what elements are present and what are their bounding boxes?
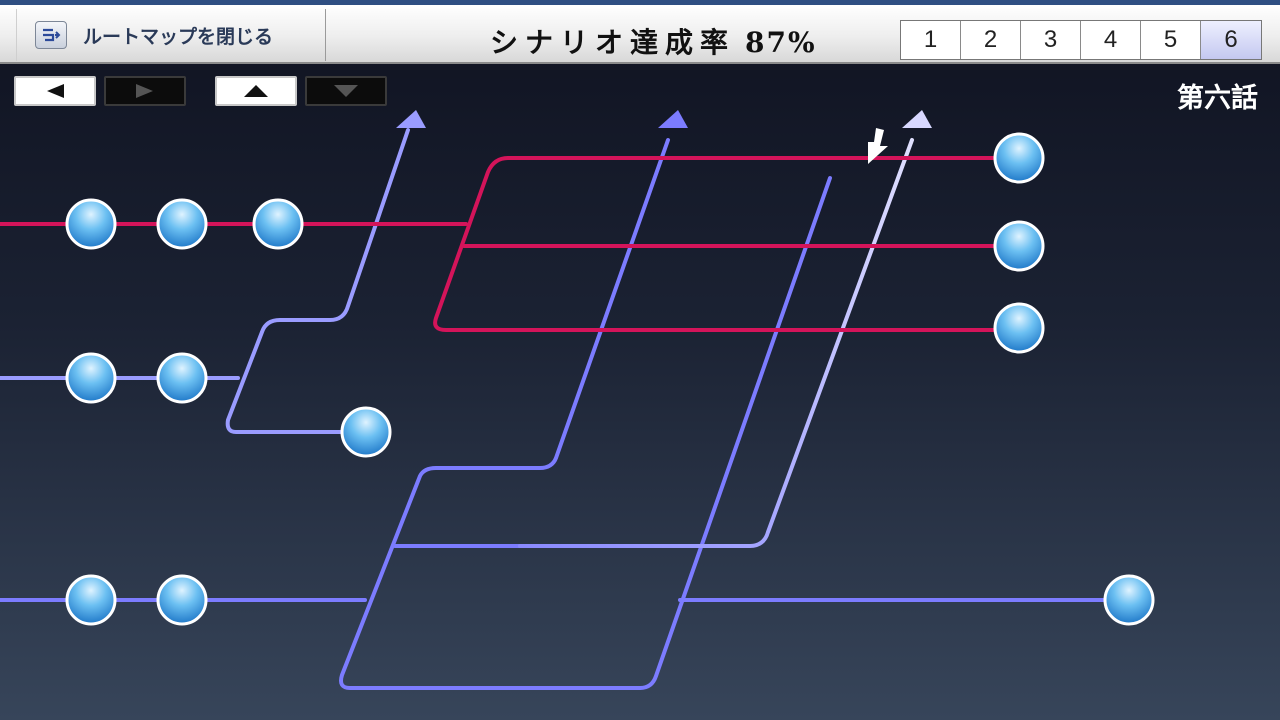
route-node[interactable]	[252, 198, 304, 250]
route-node[interactable]	[156, 574, 208, 626]
route-node[interactable]	[1103, 574, 1155, 626]
route-arrowhead	[902, 110, 932, 128]
route-arrowhead	[396, 110, 426, 128]
route-map	[0, 110, 1155, 690]
route-line	[638, 176, 832, 690]
route-node[interactable]	[993, 302, 1045, 354]
route-node[interactable]	[156, 352, 208, 404]
route-node[interactable]	[65, 198, 117, 250]
route-arrowhead	[658, 110, 688, 128]
route-node[interactable]	[993, 132, 1045, 184]
route-node[interactable]	[156, 198, 208, 250]
route-node[interactable]	[65, 574, 117, 626]
route-node[interactable]	[993, 220, 1045, 272]
route-node[interactable]	[340, 406, 392, 458]
route-line	[225, 128, 410, 434]
route-node[interactable]	[65, 352, 117, 404]
route-line	[518, 138, 914, 548]
